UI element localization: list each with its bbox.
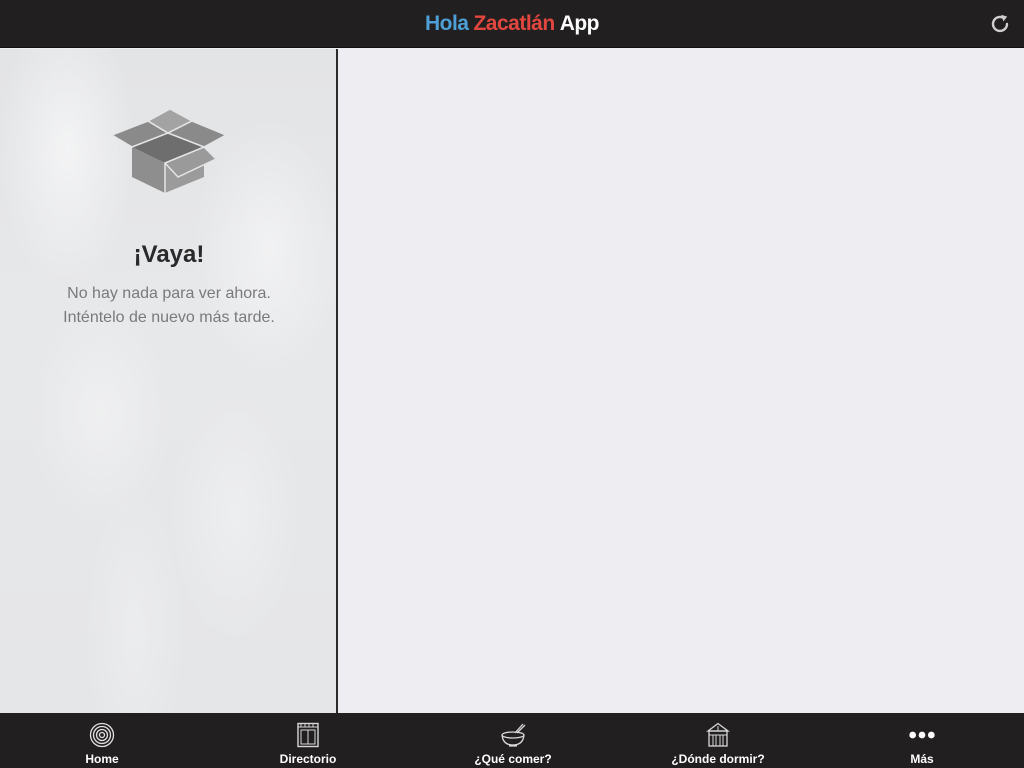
refresh-button[interactable] <box>984 8 1016 40</box>
more-dots-icon <box>909 731 935 739</box>
tab-que-comer[interactable]: ¿Qué comer? <box>443 713 583 768</box>
app-header: Hola Zacatlán App <box>0 0 1024 48</box>
tab-donde-dormir[interactable]: ¿Dónde dormir? <box>648 713 788 768</box>
empty-state-line2: Inténtelo de nuevo más tarde. <box>63 309 275 326</box>
tab-mas[interactable]: Más <box>852 713 992 768</box>
list-panel: ¡Vaya! No hay nada para ver ahora. Intén… <box>0 49 338 713</box>
building-icon <box>297 722 319 748</box>
detail-panel <box>340 49 1024 713</box>
empty-state-title: ¡Vaya! <box>133 241 205 268</box>
bowl-icon <box>501 723 526 747</box>
tab-home[interactable]: Home <box>32 713 172 768</box>
empty-state-message: No hay nada para ver ahora. Inténtelo de… <box>0 282 336 330</box>
tab-bar: Home Directorio ¿Qué comer? ¿Dónde dormi… <box>0 713 1024 768</box>
refresh-icon <box>991 14 1009 33</box>
tab-mas-label: Más <box>910 752 934 766</box>
empty-state-line1: No hay nada para ver ahora. <box>67 285 271 302</box>
empty-box-icon <box>110 108 228 193</box>
target-icon <box>89 722 115 748</box>
app-title-zacatlan: Zacatlán <box>473 12 555 35</box>
tab-directorio[interactable]: Directorio <box>238 713 378 768</box>
tab-home-label: Home <box>85 752 119 766</box>
app-title: Hola Zacatlán App <box>0 0 1024 48</box>
app-title-hola: Hola <box>424 12 469 35</box>
tab-directorio-label: Directorio <box>279 752 337 766</box>
house-icon <box>706 722 730 747</box>
tab-donde-dormir-label: ¿Dónde dormir? <box>671 752 765 766</box>
app-title-app: App <box>559 12 600 35</box>
tab-que-comer-label: ¿Qué comer? <box>474 752 552 766</box>
